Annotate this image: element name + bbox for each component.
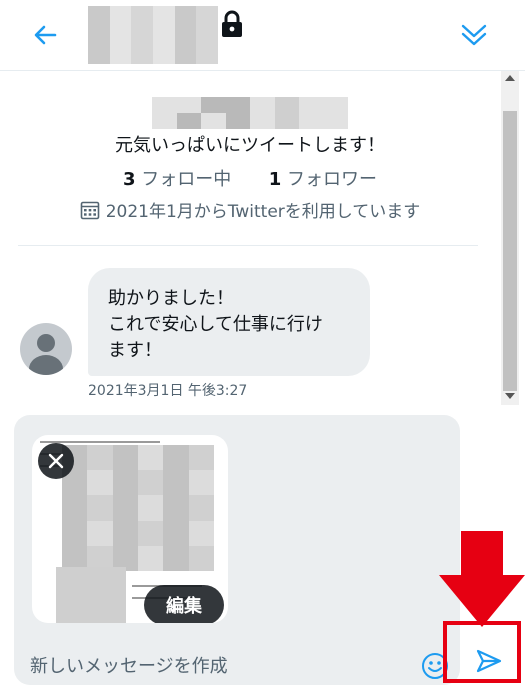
arrow-left-icon	[34, 25, 57, 45]
follow-stats: 3 フォロー中 1 フォロワー	[0, 165, 500, 191]
followers-label: フォロワー	[287, 169, 377, 190]
joined-text: 2021年1月からTwitterを利用しています	[105, 202, 421, 222]
profile-bio: 元気いっぱいにツイートします！	[115, 135, 385, 156]
image-content-redacted	[62, 445, 214, 571]
conversation-scroll-area[interactable]: 元気いっぱいにツイートします！ 3 フォロー中 1 フォロワー 2021年1月か…	[0, 71, 500, 405]
message-input[interactable]	[30, 653, 390, 679]
send-button[interactable]	[470, 644, 508, 678]
edit-image-button[interactable]: 編集	[144, 585, 224, 623]
message-line: これで安心して仕事に行け	[108, 314, 323, 335]
send-icon	[476, 649, 502, 673]
joined-date: 2021年1月からTwitterを利用しています	[0, 197, 500, 222]
conversation-header	[0, 0, 525, 71]
remove-attachment-button[interactable]	[38, 443, 74, 479]
scrollbar[interactable]	[501, 71, 519, 405]
avatar[interactable]	[20, 323, 72, 375]
scrollbar-thumb[interactable]	[503, 111, 517, 391]
following-count: 3	[123, 169, 136, 190]
followers-count: 1	[268, 169, 282, 190]
message-composer: 編集	[14, 415, 460, 685]
image-content-redacted	[56, 567, 126, 623]
message-bubble[interactable]: 助かりました！ これで安心して仕事に行け ます！	[88, 268, 370, 376]
scroll-up-arrow-icon[interactable]	[505, 75, 515, 81]
collapse-button[interactable]	[456, 18, 492, 52]
followers-link[interactable]: 1 フォロワー	[269, 169, 377, 190]
double-chevron-down-icon	[461, 24, 487, 46]
profile-name-redacted	[152, 97, 348, 129]
scroll-down-arrow-icon[interactable]	[505, 393, 515, 399]
divider	[18, 245, 478, 246]
following-link[interactable]: 3 フォロー中	[123, 169, 237, 190]
default-avatar-icon	[29, 334, 63, 375]
conversation-name-redacted	[88, 6, 218, 64]
attached-image[interactable]: 編集	[32, 435, 228, 623]
back-button[interactable]	[28, 18, 62, 52]
calendar-icon	[80, 201, 100, 220]
message-timestamp: 2021年3月1日 午後3:27	[88, 383, 248, 399]
red-arrow-annotation-icon	[439, 531, 525, 627]
following-label: フォロー中	[141, 169, 232, 190]
message-line: ます！	[108, 340, 162, 361]
message-line: 助かりました！	[108, 288, 234, 309]
close-icon	[48, 453, 64, 469]
lock-icon	[222, 10, 242, 37]
